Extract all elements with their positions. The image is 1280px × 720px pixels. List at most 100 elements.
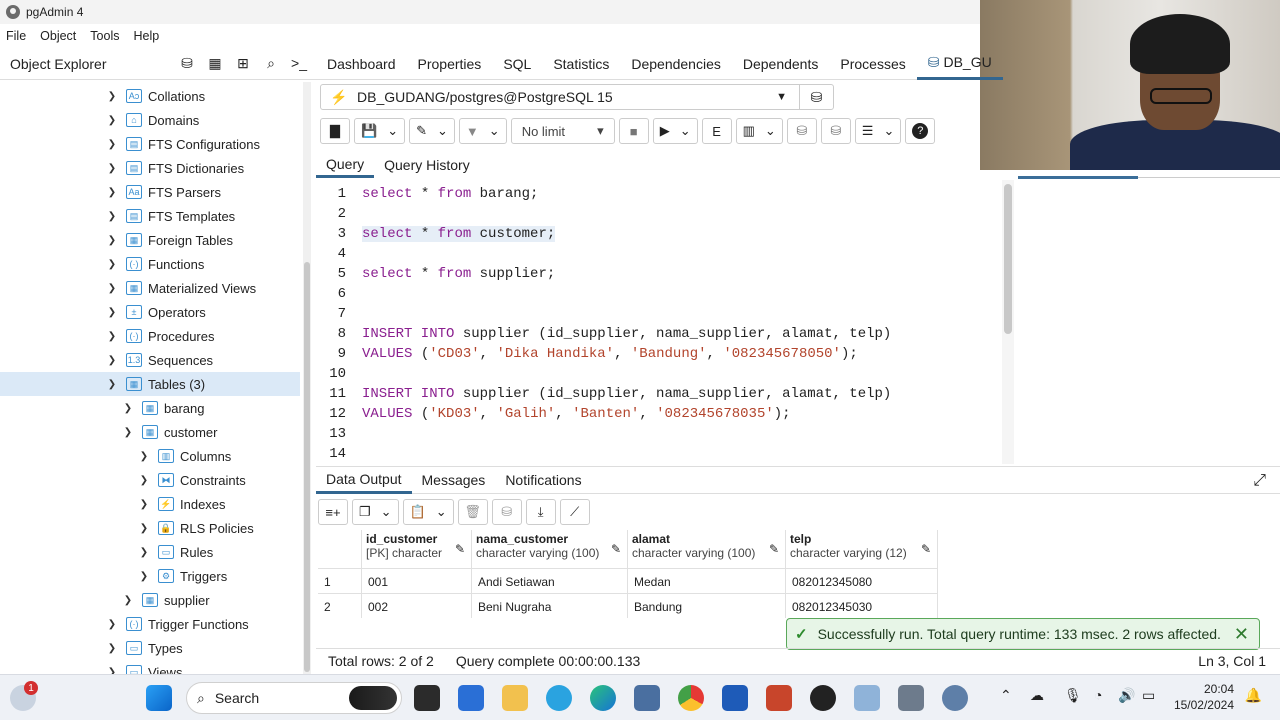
chevron-right-icon[interactable]: ❯: [106, 163, 118, 174]
chevron-right-icon[interactable]: ❯: [106, 643, 118, 654]
tab-statistics[interactable]: Statistics: [542, 48, 620, 80]
search-icon[interactable]: ⌕: [262, 54, 280, 72]
commit-button[interactable]: ⛁: [786, 118, 817, 144]
tree-node-tables[interactable]: ❯ ▦ Tables (3): [0, 372, 300, 396]
tree-node-fts-configurations[interactable]: ❯ ▤ FTS Configurations: [0, 132, 300, 156]
tab-properties[interactable]: Properties: [407, 48, 493, 80]
pencil-icon[interactable]: ✎: [611, 542, 621, 556]
menu-object[interactable]: Object: [40, 29, 76, 43]
macros-button[interactable]: ☰ ⌄: [854, 118, 902, 144]
help-button[interactable]: ?: [905, 118, 936, 144]
chevron-right-icon[interactable]: ❯: [106, 619, 118, 630]
tree-node-columns[interactable]: ❯ ▥ Columns: [0, 444, 300, 468]
file-explorer-icon[interactable]: [502, 685, 528, 711]
table-cell[interactable]: 082012345030: [786, 593, 938, 618]
tree-node-rules[interactable]: ❯ ▭ Rules: [0, 540, 300, 564]
tree-node-indexes[interactable]: ❯ ⚡ Indexes: [0, 492, 300, 516]
pencil-icon[interactable]: ✎: [455, 542, 465, 556]
chevron-right-icon[interactable]: ❯: [106, 115, 118, 126]
tree-node-procedures[interactable]: ❯ (·) Procedures: [0, 324, 300, 348]
tab-data-output[interactable]: Data Output: [316, 466, 412, 494]
store-icon[interactable]: [458, 685, 484, 711]
tree-node-barang[interactable]: ❯ ▦ barang: [0, 396, 300, 420]
pencil-icon[interactable]: ✎: [769, 542, 779, 556]
table-cell[interactable]: Andi Setiawan: [472, 568, 628, 593]
tree-node-triggers[interactable]: ❯ ⚙ Triggers: [0, 564, 300, 588]
edge-icon[interactable]: [590, 685, 616, 711]
chevron-right-icon[interactable]: ❯: [138, 499, 150, 510]
chevron-right-icon[interactable]: ❯: [106, 355, 118, 366]
obs-icon[interactable]: [810, 685, 836, 711]
menu-file[interactable]: File: [6, 29, 26, 43]
tab-query[interactable]: Query: [316, 152, 375, 178]
table-cell[interactable]: 002: [362, 593, 472, 618]
chevron-down-icon[interactable]: ⌄: [387, 123, 398, 139]
tree-node-views[interactable]: ❯ ▭ Views: [0, 660, 300, 674]
graph-button[interactable]: ⟋: [559, 499, 590, 525]
chevron-down-icon[interactable]: ❯: [122, 427, 134, 438]
tree-node-fts-dictionaries[interactable]: ❯ ▤ FTS Dictionaries: [0, 156, 300, 180]
tree-node-materialized-views[interactable]: ❯ ▦ Materialized Views: [0, 276, 300, 300]
tree-node-rls-policies[interactable]: ❯ 🔒 RLS Policies: [0, 516, 300, 540]
column-header[interactable]: alamat character varying (100) ✎: [628, 530, 786, 568]
row-number[interactable]: 2: [318, 593, 362, 618]
chevron-right-icon[interactable]: ❯: [106, 91, 118, 102]
chevron-up-icon[interactable]: ⌃: [1000, 687, 1012, 704]
chevron-right-icon[interactable]: ❯: [106, 307, 118, 318]
tree-scrollbar[interactable]: [303, 82, 311, 674]
execute-button[interactable]: ▶ ⌄: [652, 118, 698, 144]
chevron-right-icon[interactable]: ❯: [106, 283, 118, 294]
filter-button[interactable]: ▼ ⌄: [458, 118, 507, 144]
tree-node-collations[interactable]: ❯ Aↄ Collations: [0, 84, 300, 108]
tree-node-fts-templates[interactable]: ❯ ▤ FTS Templates: [0, 204, 300, 228]
chevron-right-icon[interactable]: ❯: [106, 211, 118, 222]
battery-icon[interactable]: ▭: [1142, 687, 1155, 704]
chevron-right-icon[interactable]: ❯: [106, 139, 118, 150]
database-icon[interactable]: ⛁: [799, 85, 833, 109]
tree-node-operators[interactable]: ❯ ± Operators: [0, 300, 300, 324]
tree-icon[interactable]: ⊞: [234, 54, 252, 72]
task-view-icon[interactable]: [414, 685, 440, 711]
menu-tools[interactable]: Tools: [90, 29, 119, 43]
save-data-button[interactable]: ⛁: [491, 499, 522, 525]
save-button[interactable]: 💾 ⌄: [354, 118, 406, 144]
chevron-down-icon[interactable]: ❯: [106, 379, 118, 390]
column-header[interactable]: nama_customer character varying (100) ✎: [472, 530, 628, 568]
table-cell[interactable]: Bandung: [628, 593, 786, 618]
delete-button[interactable]: 🗑: [457, 499, 488, 525]
clock[interactable]: 20:04 15/02/2024: [1174, 681, 1234, 713]
tab-messages[interactable]: Messages: [412, 466, 496, 494]
tree-scroll-thumb[interactable]: [304, 262, 310, 672]
tree-node-functions[interactable]: ❯ (·) Functions: [0, 252, 300, 276]
bell-icon[interactable]: 🔔: [1245, 687, 1262, 704]
chevron-right-icon[interactable]: ❯: [138, 571, 150, 582]
chevron-right-icon[interactable]: ❯: [106, 331, 118, 342]
column-header[interactable]: id_customer [PK] character ✎: [362, 530, 472, 568]
pencil-icon[interactable]: ✎: [921, 542, 931, 556]
editor-scrollbar[interactable]: [1002, 180, 1014, 464]
editor-scroll-thumb[interactable]: [1004, 184, 1012, 334]
download-button[interactable]: ⤓: [525, 499, 556, 525]
chevron-right-icon[interactable]: ❯: [106, 187, 118, 198]
telegram-icon[interactable]: [546, 685, 572, 711]
tab-dependencies[interactable]: Dependencies: [620, 48, 732, 80]
table-cell[interactable]: 001: [362, 568, 472, 593]
tree-node-fts-parsers[interactable]: ❯ Aa FTS Parsers: [0, 180, 300, 204]
paste-button[interactable]: 📋 ⌄: [402, 499, 454, 525]
tree-node-constraints[interactable]: ❯ ⧓ Constraints: [0, 468, 300, 492]
row-number[interactable]: 1: [318, 568, 362, 593]
add-row-button[interactable]: ≡+: [318, 499, 348, 525]
tab-dependents[interactable]: Dependents: [732, 48, 830, 80]
chevron-down-icon[interactable]: ⌄: [381, 504, 392, 520]
tab-query-tool[interactable]: ⛁ DB_GU: [916, 48, 1003, 80]
tree-node-trigger-functions[interactable]: ❯ (·) Trigger Functions: [0, 612, 300, 636]
taskbar-search[interactable]: ⌕ Search: [186, 682, 402, 714]
copy-button[interactable]: ❐ ⌄: [352, 499, 399, 525]
chevron-right-icon[interactable]: ❯: [106, 259, 118, 270]
chevron-down-icon[interactable]: ⌄: [883, 123, 894, 139]
word-icon[interactable]: [722, 685, 748, 711]
tree-node-types[interactable]: ❯ ▭ Types: [0, 636, 300, 660]
chevron-down-icon[interactable]: ⌄: [680, 123, 691, 139]
chevron-down-icon[interactable]: ▼: [776, 91, 787, 103]
chevron-down-icon[interactable]: ⌄: [437, 123, 448, 139]
